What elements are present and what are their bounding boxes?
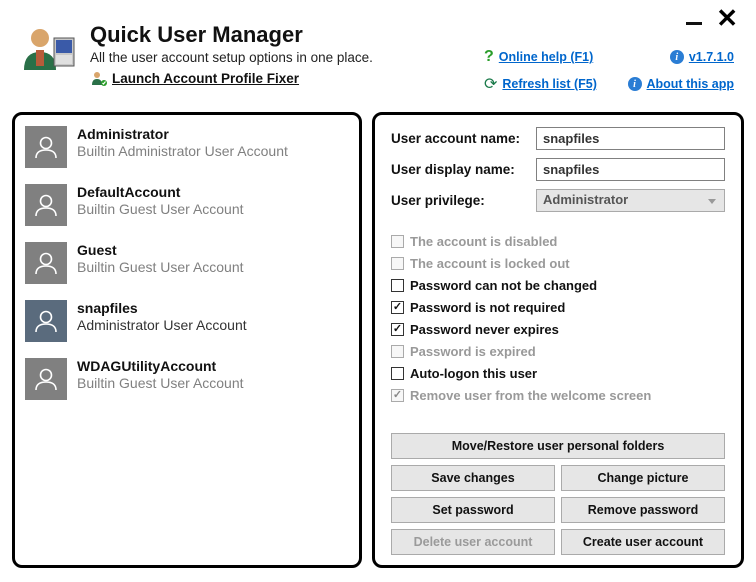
checkbox[interactable] xyxy=(391,367,404,380)
app-icon xyxy=(18,22,76,82)
move-restore-button[interactable]: Move/Restore user personal folders xyxy=(391,433,725,459)
remove-password-button[interactable]: Remove password xyxy=(561,497,725,523)
checkbox-label: The account is locked out xyxy=(410,256,570,271)
info-icon: i xyxy=(670,50,684,64)
user-avatar-icon xyxy=(25,300,67,342)
account-name-input[interactable] xyxy=(536,127,725,150)
privilege-select[interactable]: Administrator xyxy=(536,189,725,212)
minimize-button[interactable] xyxy=(686,22,702,25)
checkbox xyxy=(391,235,404,248)
user-name: DefaultAccount xyxy=(77,184,244,200)
checkbox-row: Password is expired xyxy=(391,344,725,359)
account-name-label: User account name: xyxy=(391,131,536,146)
user-name: snapfiles xyxy=(77,300,247,316)
user-desc: Builtin Guest User Account xyxy=(77,375,244,391)
delete-user-button: Delete user account xyxy=(391,529,555,555)
online-help-link[interactable]: Online help (F1) xyxy=(499,50,593,64)
user-desc: Builtin Administrator User Account xyxy=(77,143,288,159)
checkbox[interactable] xyxy=(391,279,404,292)
user-avatar-icon xyxy=(25,358,67,400)
user-name: Administrator xyxy=(77,126,288,142)
refresh-link[interactable]: Refresh list (F5) xyxy=(502,77,596,91)
user-list-item[interactable]: snapfilesAdministrator User Account xyxy=(25,300,349,342)
checkbox-row: The account is disabled xyxy=(391,234,725,249)
refresh-icon: ⟳ xyxy=(484,74,497,94)
app-subtitle: All the user account setup options in on… xyxy=(90,50,470,65)
user-list-item[interactable]: GuestBuiltin Guest User Account xyxy=(25,242,349,284)
user-list: AdministratorBuiltin Administrator User … xyxy=(12,112,362,568)
checkbox xyxy=(391,389,404,402)
user-desc: Builtin Guest User Account xyxy=(77,201,244,217)
user-desc: Administrator User Account xyxy=(77,317,247,333)
save-changes-button[interactable]: Save changes xyxy=(391,465,555,491)
user-list-item[interactable]: WDAGUtilityAccountBuiltin Guest User Acc… xyxy=(25,358,349,400)
create-user-button[interactable]: Create user account xyxy=(561,529,725,555)
version-link[interactable]: v1.7.1.0 xyxy=(689,50,734,64)
checkbox-row: Remove user from the welcome screen xyxy=(391,388,725,403)
change-picture-button[interactable]: Change picture xyxy=(561,465,725,491)
checkbox[interactable] xyxy=(391,323,404,336)
checkbox-row[interactable]: Password can not be changed xyxy=(391,278,725,293)
user-details-pane: User account name: User display name: Us… xyxy=(372,112,744,568)
checkbox-label: Password never expires xyxy=(410,322,559,337)
privilege-label: User privilege: xyxy=(391,193,536,208)
display-name-label: User display name: xyxy=(391,162,536,177)
checkbox xyxy=(391,257,404,270)
app-title: Quick User Manager xyxy=(90,22,470,48)
launch-fixer-link[interactable]: Launch Account Profile Fixer xyxy=(112,71,299,86)
user-avatar-icon xyxy=(25,242,67,284)
user-avatar-icon xyxy=(25,126,67,168)
user-desc: Builtin Guest User Account xyxy=(77,259,244,275)
checkbox-label: Password is expired xyxy=(410,344,536,359)
close-button[interactable]: ✕ xyxy=(716,10,738,26)
checkbox-label: Password can not be changed xyxy=(410,278,597,293)
checkbox-row: The account is locked out xyxy=(391,256,725,271)
checkbox-row[interactable]: Auto-logon this user xyxy=(391,366,725,381)
user-avatar-icon xyxy=(25,184,67,226)
fixer-icon xyxy=(90,69,108,87)
checkbox-row[interactable]: Password is not required xyxy=(391,300,725,315)
checkbox xyxy=(391,345,404,358)
user-name: WDAGUtilityAccount xyxy=(77,358,244,374)
display-name-input[interactable] xyxy=(536,158,725,181)
help-icon: ? xyxy=(484,48,494,66)
user-list-item[interactable]: AdministratorBuiltin Administrator User … xyxy=(25,126,349,168)
set-password-button[interactable]: Set password xyxy=(391,497,555,523)
checkbox-label: Auto-logon this user xyxy=(410,366,537,381)
checkbox-label: The account is disabled xyxy=(410,234,557,249)
checkbox-row[interactable]: Password never expires xyxy=(391,322,725,337)
checkbox[interactable] xyxy=(391,301,404,314)
checkbox-label: Remove user from the welcome screen xyxy=(410,388,651,403)
about-icon: i xyxy=(628,77,642,91)
user-name: Guest xyxy=(77,242,244,258)
checkbox-label: Password is not required xyxy=(410,300,565,315)
user-list-item[interactable]: DefaultAccountBuiltin Guest User Account xyxy=(25,184,349,226)
about-link[interactable]: About this app xyxy=(647,77,735,91)
